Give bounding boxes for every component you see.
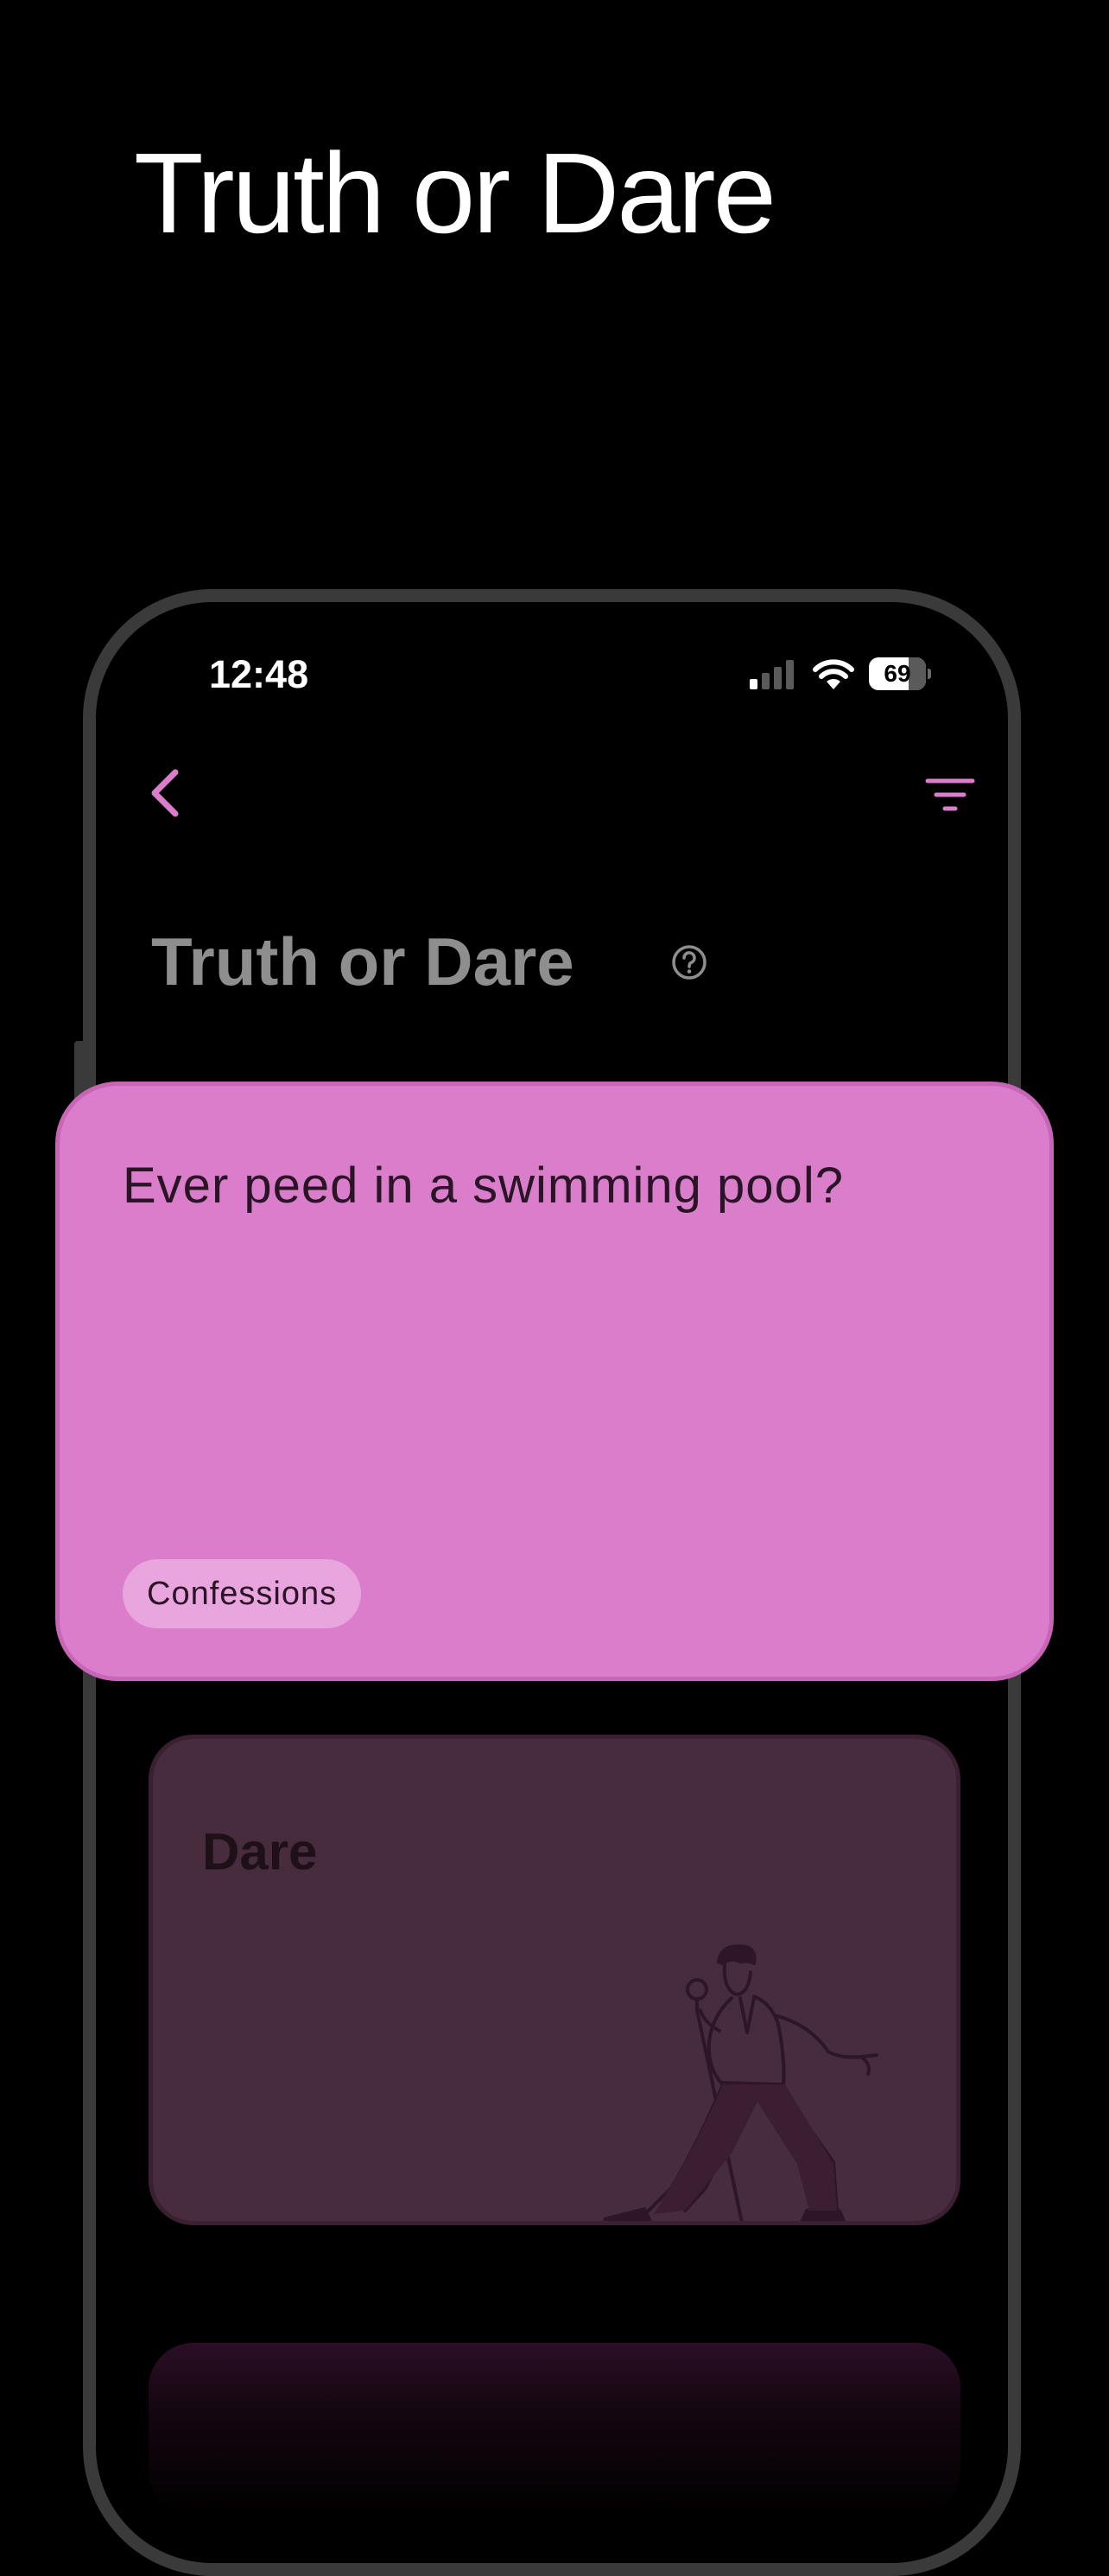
battery-level: 69 [884, 660, 911, 687]
battery-body: 69 [869, 657, 926, 690]
truth-card[interactable]: Ever peed in a swimming pool? Confession… [55, 1082, 1054, 1681]
chevron-left-icon[interactable] [143, 765, 191, 821]
category-tag: Confessions [123, 1559, 362, 1628]
status-time: 12:48 [209, 652, 309, 696]
dare-label: Dare [202, 1823, 318, 1881]
page-headline: Truth or Dare [134, 130, 776, 257]
battery-empty-segment [909, 657, 926, 690]
signal-icon [750, 660, 794, 689]
filter-icon[interactable] [924, 776, 976, 815]
truth-question: Ever peed in a swimming pool? [123, 1158, 844, 1214]
singer-with-microphone-illustration [603, 1944, 878, 2221]
help-circle-icon[interactable] [670, 943, 708, 981]
next-card-peek [149, 2343, 960, 2516]
battery-nub [928, 669, 931, 679]
wifi-icon [813, 659, 854, 689]
screen-title: Truth or Dare [151, 923, 574, 999]
dare-card[interactable]: Dare [149, 1735, 960, 2225]
battery-icon: 69 [869, 657, 931, 690]
